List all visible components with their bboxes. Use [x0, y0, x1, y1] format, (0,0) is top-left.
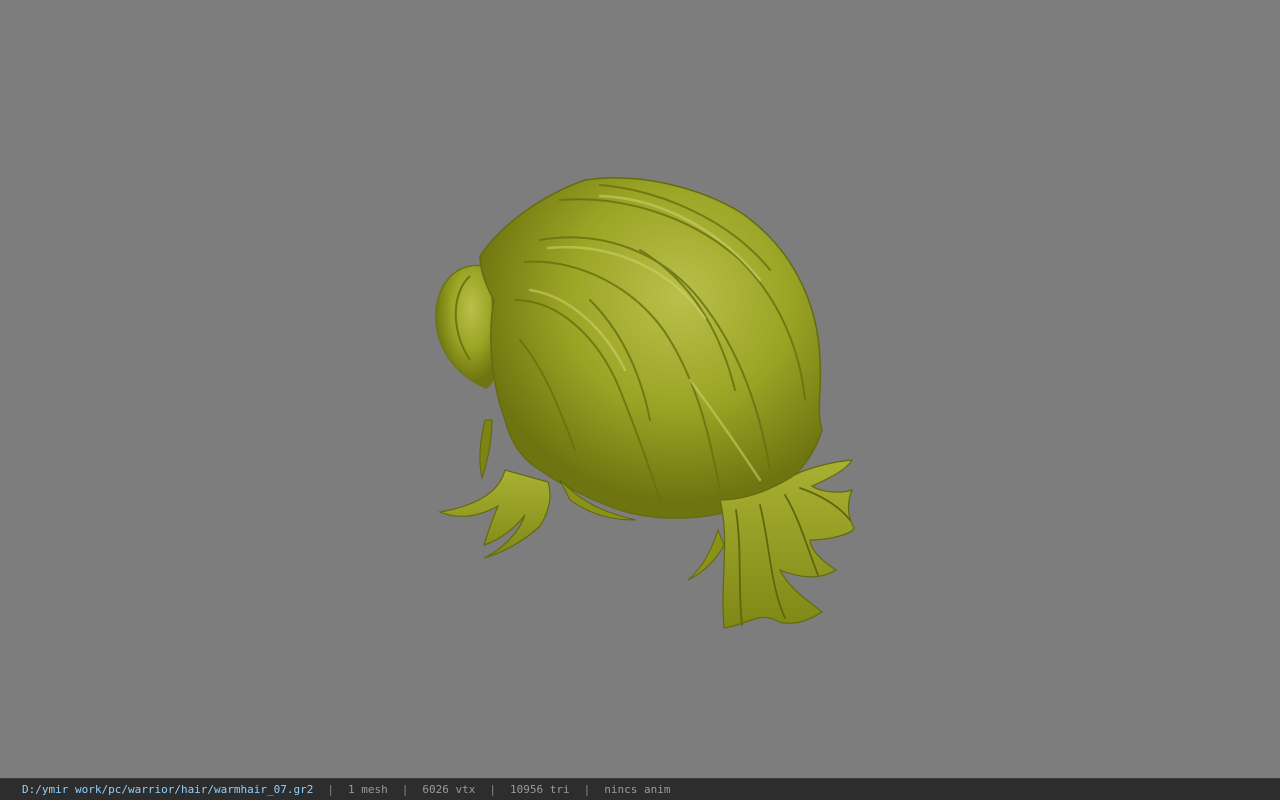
- 3d-viewport[interactable]: [0, 0, 1280, 778]
- file-path-label: D:/ymir work/pc/warrior/hair/warmhair_07…: [22, 783, 314, 796]
- mesh-count-label: 1 mesh: [348, 783, 388, 796]
- triangle-count-label: 10956 tri: [510, 783, 570, 796]
- hair-left-wisps: [437, 469, 551, 559]
- status-separator: |: [401, 783, 409, 796]
- animation-info-label: nincs anim: [604, 783, 671, 796]
- status-separator: |: [327, 783, 335, 796]
- hair-model-render[interactable]: [0, 0, 1280, 778]
- status-bar: D:/ymir work/pc/warrior/hair/warmhair_07…: [0, 778, 1280, 800]
- vertex-count-label: 6026 vtx: [422, 783, 476, 796]
- status-separator: |: [489, 783, 497, 796]
- hair-main-mass: [479, 177, 823, 519]
- status-separator: |: [583, 783, 591, 796]
